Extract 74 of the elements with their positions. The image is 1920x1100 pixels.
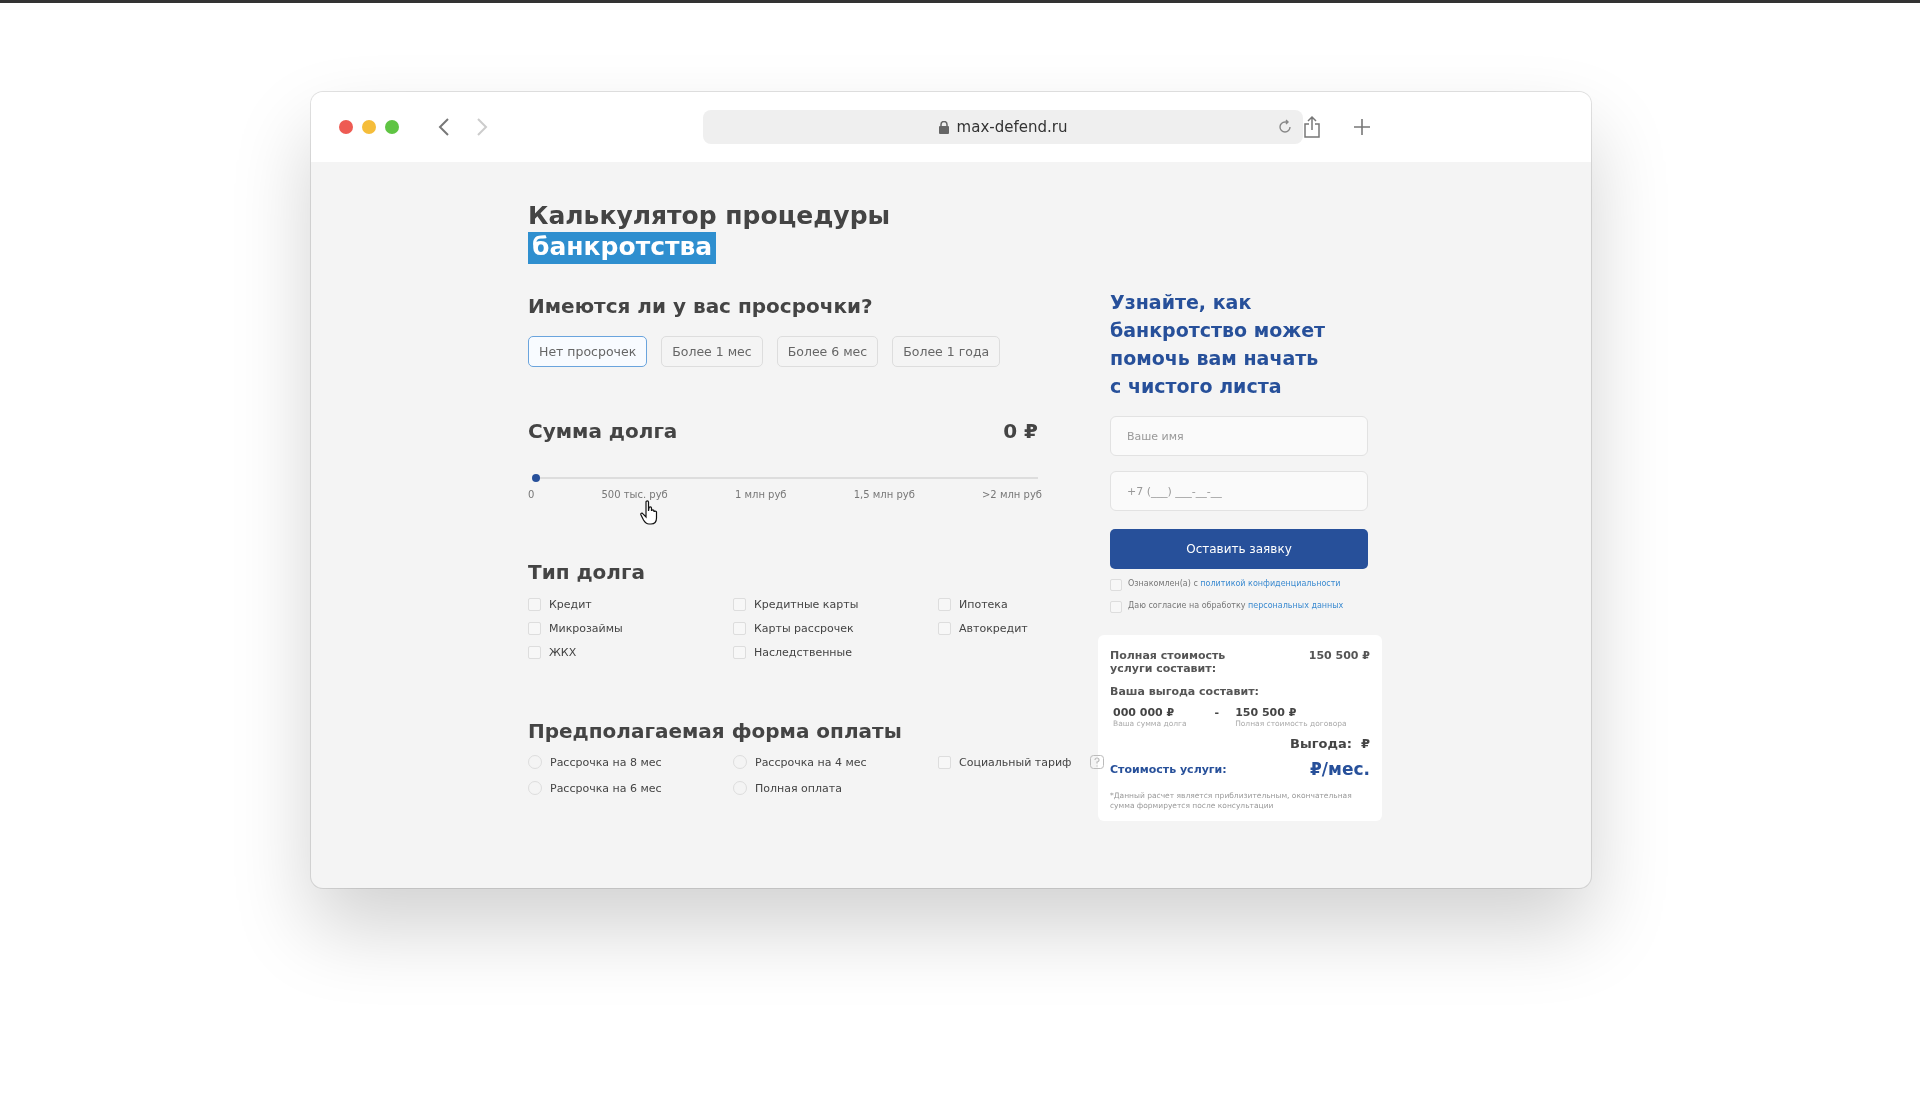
- back-icon[interactable]: [437, 117, 451, 137]
- section-heading: Тип долга: [528, 560, 646, 584]
- consent-text: Ознакомлен(а) с политикой конфиденциальности: [1128, 579, 1341, 589]
- total-label: Полная стоимость услуги составит:: [1110, 649, 1227, 675]
- question-heading: Имеются ли у вас просрочки?: [528, 294, 874, 318]
- contract-value: 150 500 ₽: [1235, 706, 1298, 719]
- slider-tick-label: 500 тыс. руб: [601, 489, 668, 500]
- option-label: Социальный тариф: [959, 755, 1072, 769]
- checkbox[interactable]: [733, 622, 746, 635]
- consent-text: Даю согласие на обработку персональных данных: [1128, 601, 1344, 611]
- share-icon[interactable]: [1303, 115, 1321, 139]
- form-heading: банкротство может: [1110, 318, 1327, 343]
- checkbox-label: Кредитные карты: [754, 598, 859, 611]
- checkbox[interactable]: [528, 598, 541, 611]
- consent-checkbox[interactable]: [1110, 579, 1122, 591]
- benefit-label: Ваша выгода составит:: [1110, 685, 1260, 698]
- service-label: Стоимость услуги:: [1110, 762, 1227, 776]
- checkbox[interactable]: [733, 646, 746, 659]
- forward-icon[interactable]: [475, 117, 489, 137]
- section-heading: Сумма долга: [528, 419, 678, 443]
- checkbox-label: Автокредит: [959, 622, 1028, 635]
- checkbox-label: Кредит: [549, 598, 592, 611]
- option-chip[interactable]: Нет просрочек: [528, 336, 648, 367]
- checkbox-label: Ипотека: [959, 598, 1008, 611]
- option-chip[interactable]: Более 1 года: [892, 336, 1001, 367]
- option-label: Рассрочка на 8 мес: [550, 755, 662, 769]
- option-chip[interactable]: Более 1 мес: [661, 336, 763, 367]
- checkbox[interactable]: [938, 622, 951, 635]
- lock-icon: [938, 120, 949, 134]
- checkbox-label: Микрозаймы: [549, 622, 623, 635]
- option-label: Рассрочка на 4 мес: [755, 755, 867, 769]
- form-heading: с чистого листа: [1110, 374, 1283, 399]
- benefit-result: Выгода: ₽: [1289, 736, 1370, 751]
- service-value: ₽/мес.: [1310, 759, 1370, 779]
- consent-checkbox[interactable]: [1110, 601, 1122, 613]
- address-bar[interactable]: max-defend.ru: [703, 110, 1303, 144]
- name-field[interactable]: Ваше имя: [1110, 416, 1368, 456]
- slider-thumb[interactable]: [532, 474, 540, 482]
- phone-field[interactable]: +7 (___) ___-__-__: [1110, 471, 1368, 511]
- highlighted-title: банкротства: [528, 232, 717, 264]
- checkbox[interactable]: [938, 755, 951, 769]
- hand-cursor-icon: [640, 500, 660, 526]
- checkbox-label: Наследственные: [754, 646, 852, 659]
- slider-tick-label: 1,5 млн руб: [853, 489, 915, 500]
- debt-amount: 0 ₽: [1003, 419, 1038, 443]
- option-label: Рассрочка на 6 мес: [550, 781, 662, 795]
- reload-icon[interactable]: [1277, 119, 1293, 135]
- option-chip[interactable]: Более 6 мес: [776, 336, 879, 367]
- total-value: 150 500 ₽: [1308, 649, 1370, 662]
- policy-link[interactable]: политикой конфиденциальности: [1200, 579, 1341, 588]
- checkbox[interactable]: [733, 598, 746, 611]
- new-tab-icon[interactable]: [1353, 118, 1371, 136]
- slider-tick-label: >2 млн руб: [981, 489, 1042, 500]
- close-icon[interactable]: [339, 120, 353, 134]
- option-label: Полная оплата: [755, 781, 842, 795]
- checkbox[interactable]: [938, 598, 951, 611]
- minimize-icon[interactable]: [362, 120, 376, 134]
- checkbox-label: ЖКХ: [549, 646, 577, 659]
- debt-value: 000 000 ₽: [1113, 706, 1176, 719]
- slider-tick-label: 0: [528, 489, 535, 500]
- checkbox[interactable]: [528, 646, 541, 659]
- checkbox[interactable]: [528, 622, 541, 635]
- maximize-icon[interactable]: [385, 120, 399, 134]
- form-heading: Узнайте, как: [1110, 290, 1253, 315]
- form-heading: помочь вам начать: [1110, 346, 1320, 371]
- section-heading: Предполагаемая форма оплаты: [528, 719, 903, 743]
- minus-sign: -: [1213, 706, 1221, 721]
- calculator-title: Калькулятор процедуры: [528, 200, 892, 232]
- policy-link[interactable]: персональных данных: [1248, 601, 1344, 610]
- submit-button[interactable]: Оставить заявку: [1110, 529, 1368, 569]
- checkbox-label: Карты рассрочек: [754, 622, 854, 635]
- url-text: max-defend.ru: [956, 118, 1068, 136]
- slider-tick-label: 1 млн руб: [734, 489, 787, 500]
- help-icon[interactable]: [1089, 755, 1104, 769]
